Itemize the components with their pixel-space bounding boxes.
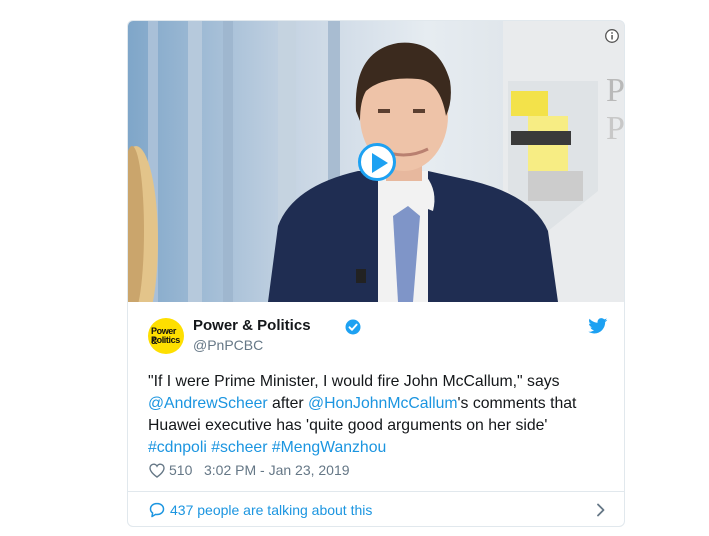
tweet-text-line2: @AndrewScheer after @HonJohnMcCallum's c…: [148, 393, 608, 415]
like-count[interactable]: 510: [169, 462, 192, 478]
hashtag-scheer[interactable]: #scheer: [211, 439, 267, 456]
tweet-text-suffix: 's comments that: [457, 395, 577, 412]
mention-hon-john-mccallum[interactable]: @HonJohnMcCallum: [308, 395, 457, 412]
tweet-timestamp[interactable]: 3:02 PM - Jan 23, 2019: [204, 462, 350, 478]
embedded-tweet-card: Po P: [127, 20, 625, 527]
tweet-text-line3: Huawei executive has 'quite good argumen…: [148, 417, 548, 434]
tweet-header: Power & Politics Power & Politics @PnPCB…: [148, 316, 608, 360]
play-icon: [372, 153, 388, 173]
tweet-text-line1: "If I were Prime Minister, I would fire …: [148, 373, 560, 390]
mention-andrew-scheer[interactable]: @AndrewScheer: [148, 395, 268, 412]
author-handle[interactable]: @PnPCBC: [193, 337, 263, 353]
play-button[interactable]: [358, 143, 396, 181]
verified-badge-icon: [345, 319, 361, 335]
svg-text:P: P: [606, 110, 625, 147]
tweet-hashtags: #cdnpoli #scheer #MengWanzhou: [148, 437, 608, 459]
speech-bubble-icon: [149, 502, 165, 518]
video-player[interactable]: Po P: [128, 21, 625, 302]
chevron-right-icon: [597, 503, 605, 517]
tweet-text-connector: after: [267, 395, 309, 412]
hashtag-mengwanzhou[interactable]: #MengWanzhou: [272, 439, 386, 456]
info-icon: [605, 29, 619, 43]
hashtag-cdnpoli[interactable]: #cdnpoli: [148, 439, 207, 456]
heart-icon[interactable]: [149, 463, 165, 478]
avatar-logo-line2: Politics: [151, 335, 180, 345]
author-name[interactable]: Power & Politics: [193, 317, 311, 334]
twitter-bird-icon[interactable]: [588, 318, 608, 334]
tweet-text: "If I were Prime Minister, I would fire …: [148, 371, 608, 459]
info-button[interactable]: [605, 29, 619, 43]
conversation-link[interactable]: 437 people are talking about this: [128, 492, 624, 526]
avatar[interactable]: Power & Politics: [148, 318, 184, 354]
background-logo-text: Po: [606, 72, 625, 109]
talking-about-label: 437 people are talking about this: [170, 502, 373, 518]
